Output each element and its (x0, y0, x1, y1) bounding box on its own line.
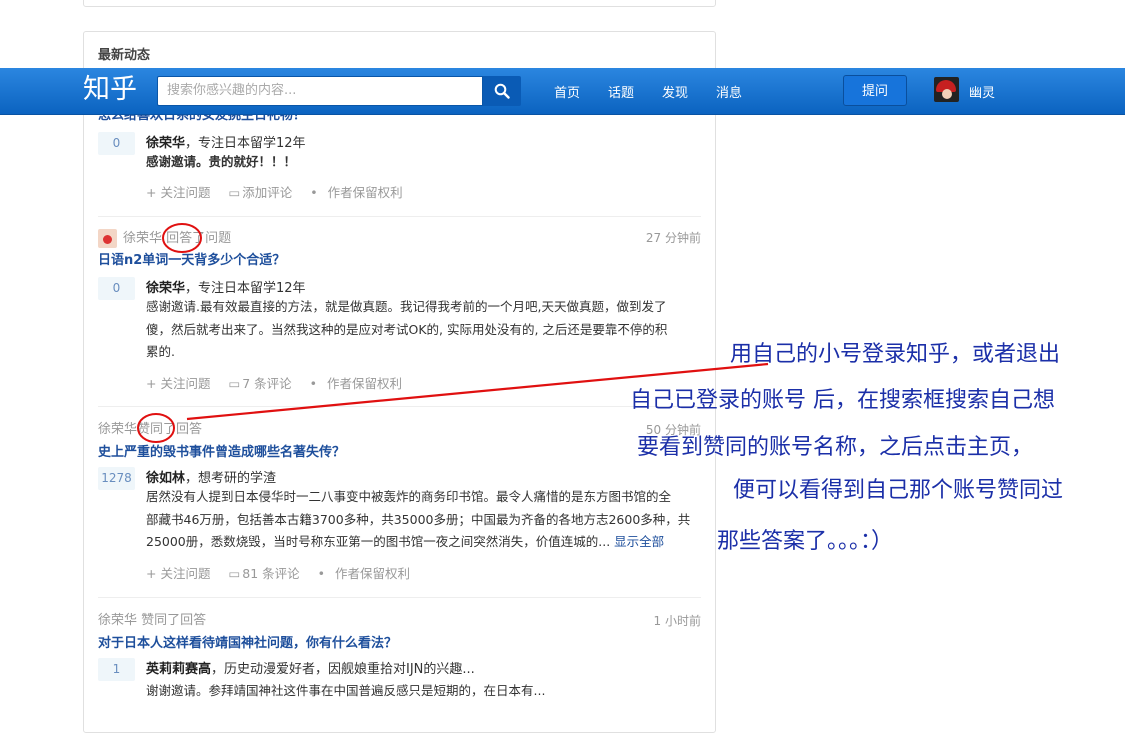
annotation-text: 用自己的小号登录知乎，或者退出 (730, 342, 1061, 367)
annotation-text: 便可以看得到自己那个账号赞同过 (733, 478, 1064, 503)
annotation-text: 那些答案了。。。：） (717, 529, 894, 554)
annotation-circle (137, 413, 175, 443)
annotation-text: 要看到赞同的账号名称，之后点击主页， (637, 435, 1034, 460)
annotation-circle (162, 223, 202, 253)
annotation-text: 自己已登录的账号 后，在搜索框搜索自己想 (630, 388, 1055, 413)
